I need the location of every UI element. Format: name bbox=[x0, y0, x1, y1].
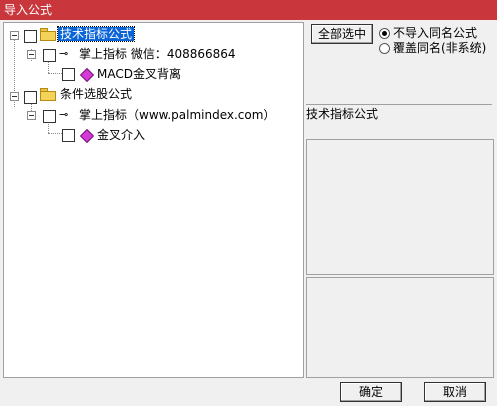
tree-line bbox=[48, 61, 49, 73]
key-icon: ⊸ bbox=[59, 108, 69, 121]
tree-node-label[interactable]: 掌上指标 微信：408866864 bbox=[79, 47, 236, 61]
ok-button[interactable]: 确定 bbox=[340, 382, 402, 402]
radio-no-import[interactable] bbox=[379, 28, 390, 39]
checkbox[interactable] bbox=[62, 68, 75, 81]
tree-node-label[interactable]: MACD金叉背离 bbox=[97, 67, 181, 81]
tree-node-label[interactable]: 技术指标公式 bbox=[56, 26, 136, 42]
collapse-toggle-icon[interactable] bbox=[27, 50, 36, 59]
formula-tree[interactable]: 技术指标公式 ⊸ 掌上指标 微信：408866864 MACD金叉背离 条件选股… bbox=[3, 22, 304, 378]
radio-overwrite[interactable] bbox=[379, 43, 390, 54]
checkbox[interactable] bbox=[62, 129, 75, 142]
tree-node-label[interactable]: 掌上指标（www.palmindex.com） bbox=[79, 108, 275, 122]
folder-icon bbox=[40, 28, 56, 41]
folder-icon bbox=[40, 88, 56, 101]
tree-line bbox=[48, 133, 62, 134]
formula-gem-icon bbox=[79, 67, 95, 83]
separator bbox=[306, 104, 492, 105]
checkbox[interactable] bbox=[43, 49, 56, 62]
checkbox[interactable] bbox=[24, 30, 37, 43]
tree-line bbox=[48, 73, 62, 74]
checkbox[interactable] bbox=[43, 110, 56, 123]
tree-node-label[interactable]: 金叉介入 bbox=[97, 128, 145, 142]
radio-overwrite-label[interactable]: 覆盖同名(非系统) bbox=[393, 41, 486, 55]
select-all-button[interactable]: 全部选中 bbox=[311, 24, 373, 44]
collapse-toggle-icon[interactable] bbox=[27, 111, 36, 120]
radio-no-import-label[interactable]: 不导入同名公式 bbox=[393, 26, 477, 40]
key-icon: ⊸ bbox=[59, 47, 69, 60]
collapse-toggle-icon[interactable] bbox=[10, 31, 19, 40]
title-bar[interactable]: 导入公式 bbox=[0, 0, 497, 20]
cancel-button[interactable]: 取消 bbox=[424, 382, 486, 402]
formula-preview-panel[interactable] bbox=[306, 139, 494, 275]
preview-caption: 技术指标公式 bbox=[306, 107, 379, 121]
window-title: 导入公式 bbox=[4, 3, 53, 17]
collapse-toggle-icon[interactable] bbox=[10, 92, 19, 101]
formula-gem-icon bbox=[79, 128, 95, 144]
checkbox[interactable] bbox=[24, 91, 37, 104]
tree-node-label[interactable]: 条件选股公式 bbox=[60, 87, 132, 101]
formula-description-panel[interactable] bbox=[306, 277, 494, 378]
